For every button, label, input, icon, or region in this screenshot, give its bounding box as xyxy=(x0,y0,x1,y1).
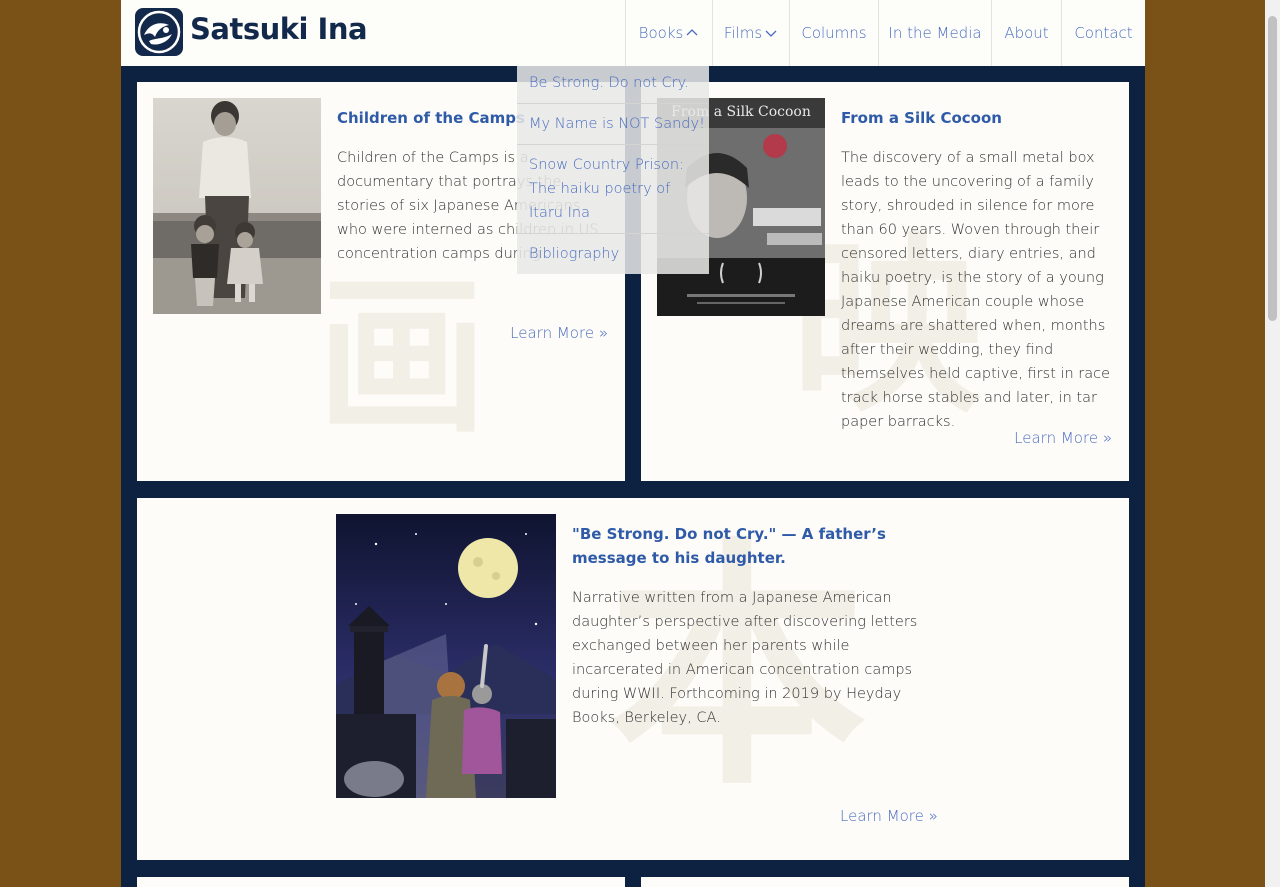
card-description: The discovery of a small metal box leads… xyxy=(841,150,1111,430)
card-be-strong: 本 "Be Strong. Do not Cry." — A father’s … xyxy=(137,498,1129,860)
learn-more-link[interactable]: Learn More » xyxy=(1014,429,1112,447)
card-title[interactable]: From a Silk Cocoon xyxy=(841,106,1121,130)
learn-more-link[interactable]: Learn More » xyxy=(510,324,608,342)
site-header: Satsuki Ina Books Films Columns In the M… xyxy=(121,0,1145,66)
nav-films-label: Films xyxy=(723,24,763,42)
nav-films[interactable]: Films xyxy=(712,0,789,66)
card-next-left xyxy=(137,877,625,887)
books-dropdown-menu: Be Strong. Do not Cry. My Name is NOT Sa… xyxy=(517,66,709,274)
dropdown-item-snow-country-prison[interactable]: Snow Country Prison: The haiku poetry of… xyxy=(529,153,701,225)
be-strong-cover[interactable] xyxy=(336,514,556,798)
nav-contact[interactable]: Contact xyxy=(1061,0,1145,66)
dropdown-divider xyxy=(517,144,709,145)
card-description: Narrative written from a Japanese Americ… xyxy=(572,590,918,726)
page-scrollbar[interactable] xyxy=(1265,0,1280,887)
card-next-right xyxy=(641,877,1129,887)
dropdown-item-bibliography[interactable]: Bibliography xyxy=(529,242,709,266)
chevron-down-icon xyxy=(764,28,778,38)
site-logo[interactable] xyxy=(135,8,183,56)
dropdown-item-be-strong[interactable]: Be Strong. Do not Cry. xyxy=(529,71,709,95)
scrollbar-thumb[interactable] xyxy=(1268,16,1277,321)
nav-books-label: Books xyxy=(638,24,684,42)
card-title[interactable]: "Be Strong. Do not Cry." — A father’s me… xyxy=(572,522,932,570)
main-nav: Books Films Columns In the Media About C… xyxy=(625,0,1145,66)
learn-more-link[interactable]: Learn More » xyxy=(840,807,938,825)
dropdown-item-my-name-is-not-sandy[interactable]: My Name is NOT Sandy! xyxy=(529,112,709,136)
chevron-up-icon xyxy=(685,28,699,38)
nav-in-the-media[interactable]: In the Media xyxy=(878,0,991,66)
dropdown-divider xyxy=(517,233,709,234)
page-container: Satsuki Ina Books Films Columns In the M… xyxy=(121,0,1145,887)
nav-columns[interactable]: Columns xyxy=(789,0,878,66)
dropdown-divider xyxy=(517,103,709,104)
nav-about[interactable]: About xyxy=(991,0,1061,66)
nav-books[interactable]: Books xyxy=(625,0,712,66)
watermark-glyph: 画 xyxy=(317,257,488,457)
site-title[interactable]: Satsuki Ina xyxy=(190,12,368,46)
children-camps-photo[interactable] xyxy=(153,98,321,314)
card-from-a-silk-cocoon: 映 From a Silk Cocoon From a Silk Cocoon … xyxy=(641,82,1129,481)
